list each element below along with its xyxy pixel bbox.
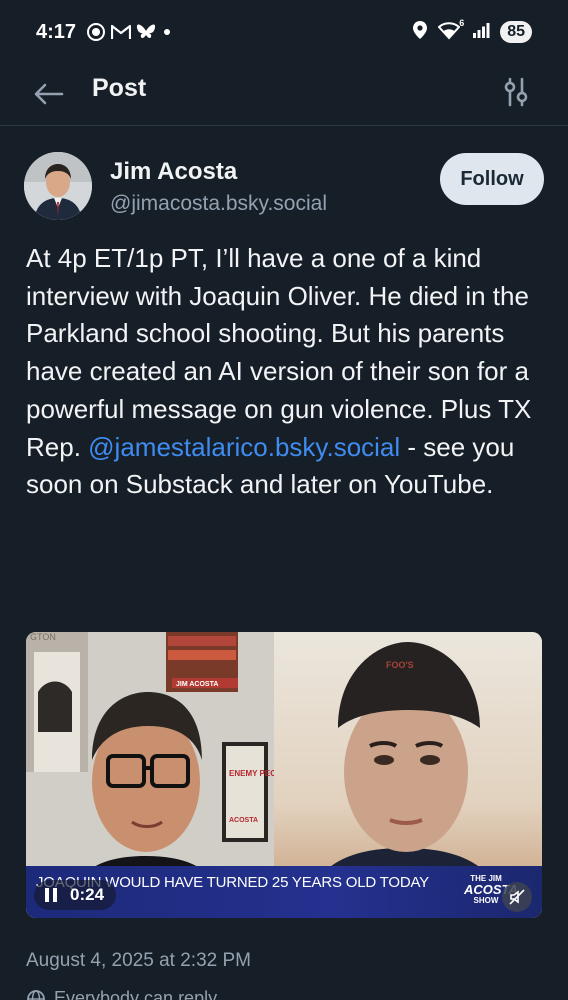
book-text: JIM ACOSTA [176, 681, 218, 688]
author-handle[interactable]: @jimacosta.bsky.social [110, 192, 327, 216]
status-dot [164, 29, 171, 35]
playback-controls: 0:24 [34, 880, 117, 910]
video-player[interactable]: GTON JIM ACOSTA ENEMY PEOPLE ACOSTA [26, 632, 542, 918]
pause-icon[interactable] [42, 886, 60, 904]
reply-setting-label: Everybody can reply [54, 988, 218, 1000]
post-text-before: At 4p ET/1p PT, I’ll have a one of a kin… [26, 243, 532, 462]
reply-setting[interactable]: Everybody can reply [26, 988, 217, 1000]
post-author: Jim Acosta @jimacosta.bsky.social Follow [24, 152, 544, 222]
chat-bubble-icon [86, 22, 106, 42]
author-name[interactable]: Jim Acosta [110, 158, 237, 186]
beanie-text: FOO'S [386, 660, 414, 670]
sliders-icon [504, 77, 528, 107]
globe-icon [27, 989, 45, 1000]
status-time: 4:17 [36, 20, 77, 43]
thread-settings-button[interactable] [500, 74, 532, 110]
backdrop-sign: GTON [30, 632, 56, 642]
back-button[interactable] [30, 76, 66, 112]
avatar[interactable] [24, 152, 92, 220]
bluesky-icon [136, 22, 156, 42]
status-bar: 4:17 6 85 [0, 0, 568, 64]
post-text: At 4p ET/1p PT, I’ll have a one of a kin… [26, 240, 546, 504]
wifi-icon: 6 [437, 18, 464, 42]
arrow-left-icon [34, 83, 64, 105]
wifi-label: 6 [459, 18, 465, 28]
post-timestamp: August 4, 2025 at 2:32 PM [26, 950, 251, 971]
mention-link[interactable]: @jamestalarico.bsky.social [88, 432, 400, 462]
poster-text: ENEMY PEOPLE [229, 769, 274, 778]
signal-icon [472, 22, 490, 43]
show-logo: THE JIM ACOSTA SHOW [464, 874, 518, 910]
battery-indicator: 85 [500, 21, 532, 43]
top-bar: Post [0, 64, 568, 126]
speaker-muted-icon [509, 889, 525, 905]
gmail-icon [111, 22, 132, 42]
location-icon [412, 20, 428, 45]
notification-icons [86, 22, 156, 42]
page-title: Post [92, 74, 147, 102]
follow-button[interactable]: Follow [440, 153, 544, 205]
elapsed-time: 0:24 [70, 885, 105, 904]
poster-footer: ACOSTA [229, 817, 258, 824]
mute-button[interactable] [502, 882, 532, 912]
system-icons: 6 85 [412, 18, 532, 45]
